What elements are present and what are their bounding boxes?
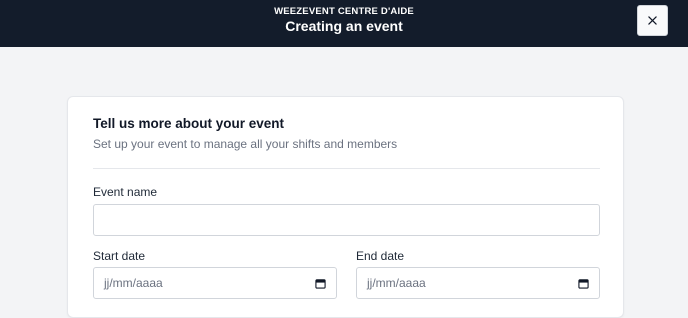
card-title: Tell us more about your event (93, 116, 285, 131)
divider (93, 168, 600, 169)
close-button[interactable] (637, 5, 668, 36)
page-title: Creating an event (285, 18, 403, 34)
start-date-placeholder: jj/mm/aaaa (104, 276, 163, 290)
calendar-icon[interactable] (315, 278, 326, 289)
close-icon (648, 16, 657, 25)
card-subtitle: Set up your event to manage all your shi… (93, 137, 398, 151)
event-name-input[interactable] (93, 204, 600, 236)
event-form-card: Tell us more about your event Set up you… (67, 96, 624, 318)
end-date-label: End date (356, 249, 405, 263)
end-date-placeholder: jj/mm/aaaa (367, 276, 426, 290)
event-name-label: Event name (93, 185, 158, 199)
calendar-icon[interactable] (578, 278, 589, 289)
end-date-input[interactable]: jj/mm/aaaa (356, 267, 600, 299)
start-date-input[interactable]: jj/mm/aaaa (93, 267, 337, 299)
brand-label: WEEZEVENT CENTRE D'AIDE (274, 6, 414, 17)
top-header: WEEZEVENT CENTRE D'AIDE Creating an even… (0, 0, 688, 47)
start-date-label: Start date (93, 249, 146, 263)
